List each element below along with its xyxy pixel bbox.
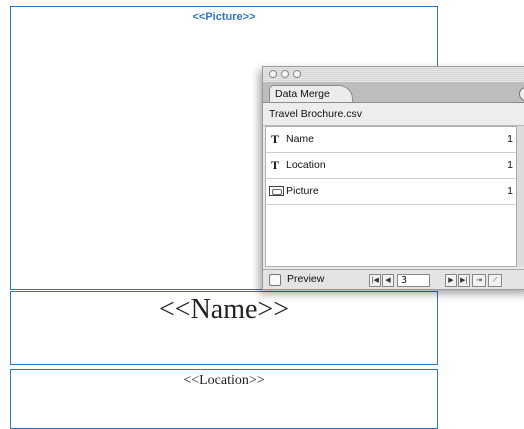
data-source-label: Travel Brochure.csv [263,103,524,126]
field-label: Location [286,159,326,171]
text-field-icon: T [271,158,280,172]
close-window-icon[interactable] [269,70,277,78]
tab-data-merge[interactable]: Data Merge [269,85,353,102]
previous-record-button[interactable]: ◀ [382,274,394,287]
field-label: Picture [286,185,319,197]
name-placeholder: <<Name>> [158,294,290,325]
panel-tab-row: Data Merge ▸ [263,82,524,103]
minimize-window-icon[interactable] [281,70,289,78]
list-item[interactable]: Picture 1 [266,179,516,205]
picture-placeholder: <<Picture>> [192,11,256,23]
list-item[interactable]: T Name 1 [266,127,516,153]
field-count: 1 [507,159,513,171]
next-record-button[interactable]: ▶ [445,274,457,287]
panel-titlebar[interactable] [263,67,524,82]
list-item[interactable]: T Location 1 [266,153,516,179]
zoom-window-icon[interactable] [293,70,301,78]
resize-grip-icon[interactable]: ⟋ [488,274,502,287]
preview-checkbox[interactable] [269,274,281,286]
data-merge-panel: Data Merge ▸ Travel Brochure.csv T Name … [262,66,524,290]
image-field-icon [269,186,284,196]
field-list: T Name 1 T Location 1 Picture 1 [265,126,517,267]
record-number-field[interactable]: 3 [397,274,430,287]
name-frame[interactable]: <<Name>> [10,291,438,365]
field-count: 1 [507,185,513,197]
panel-menu-icon[interactable]: ▸ [519,87,524,101]
first-record-button[interactable]: |◀ [369,274,381,287]
location-placeholder: <<Location>> [183,373,265,388]
panel-bottom-bar: Preview |◀ ◀ 3 ▶ ▶| ⇥ ⟋ [263,269,524,289]
text-field-icon: T [271,132,280,146]
scrollbar[interactable] [516,126,524,267]
preview-label: Preview [287,273,325,285]
field-count: 1 [507,133,513,145]
create-merged-document-button[interactable]: ⇥ [472,274,486,287]
last-record-button[interactable]: ▶| [458,274,470,287]
field-label: Name [286,133,315,145]
location-frame[interactable]: <<Location>> [10,369,438,429]
